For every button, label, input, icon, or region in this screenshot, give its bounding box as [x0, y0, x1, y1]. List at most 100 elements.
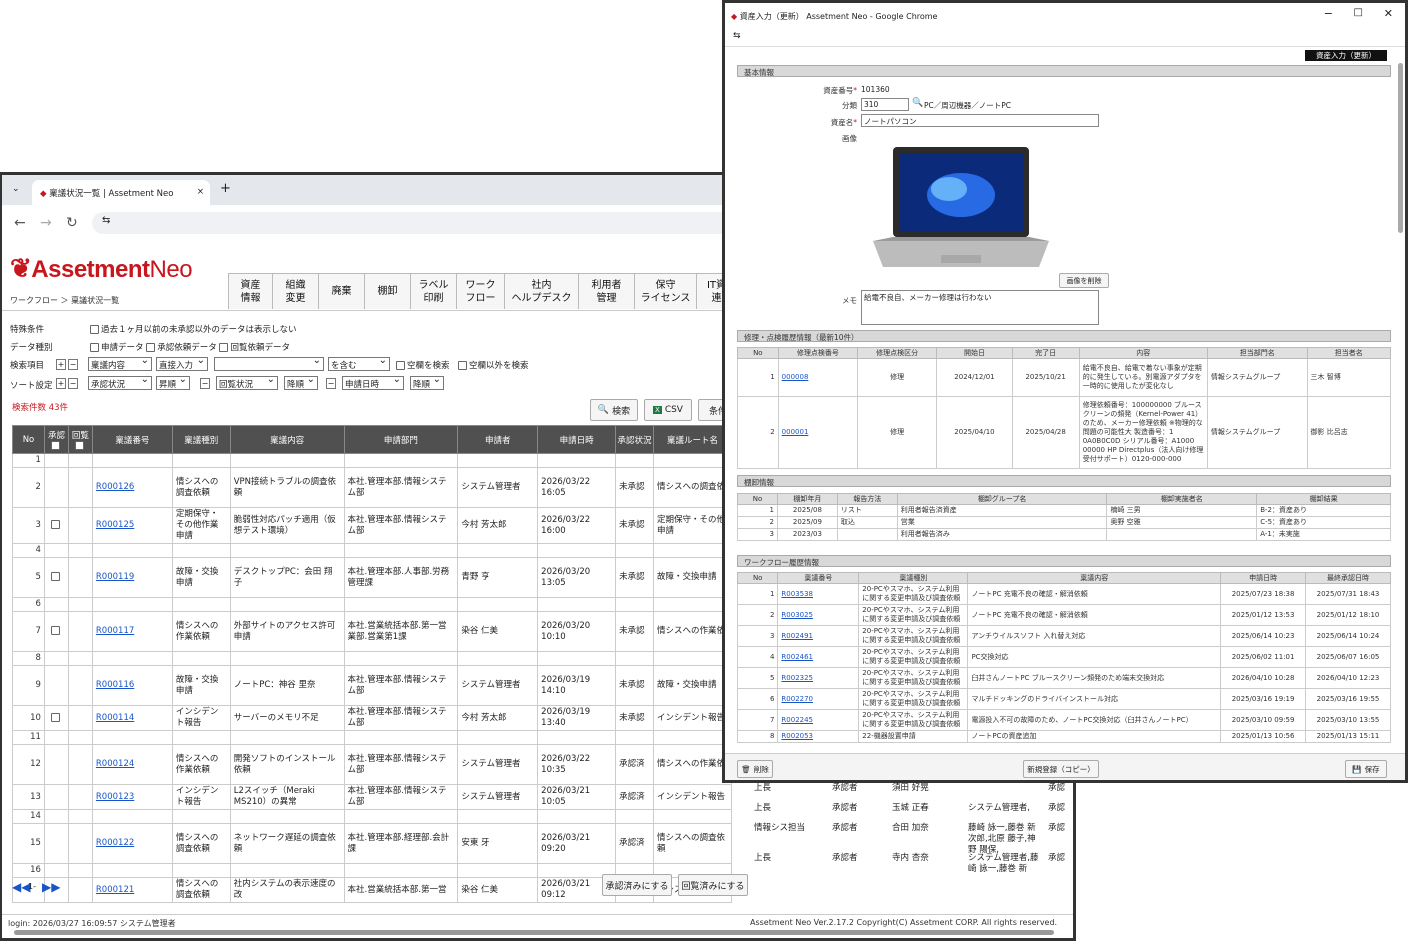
menu-maintenance-license[interactable]: 保守 ライセンス — [634, 273, 696, 309]
row-id-link[interactable]: R000126 — [96, 482, 134, 492]
sort2-field[interactable]: 回覧状況 — [216, 376, 278, 390]
category-code-input[interactable]: 310 — [861, 98, 909, 111]
close-window-icon[interactable]: ✕ — [1384, 7, 1393, 20]
pager-next-icon[interactable]: ▶▶ — [42, 880, 60, 894]
approve-done-button[interactable]: 承認済みにする — [602, 874, 672, 896]
menu-org-change[interactable]: 組織 変更 — [272, 273, 318, 309]
remove-sort-button[interactable]: − — [68, 378, 78, 389]
record-link[interactable]: R003025 — [781, 611, 813, 619]
memo-textarea[interactable]: 給電不良自、メーカー修理は行わない — [861, 290, 1099, 325]
site-settings-icon[interactable]: ⇆ — [733, 31, 741, 41]
row-id-link[interactable]: R000123 — [96, 792, 134, 802]
reload-icon[interactable]: ↻ — [66, 215, 78, 231]
menu-inventory[interactable]: 棚卸 — [364, 273, 410, 309]
add-item-button[interactable]: + — [56, 359, 66, 370]
cell-a: 2025/01/12 13:53 — [1220, 604, 1307, 626]
menu-user-admin[interactable]: 利用者 管理 — [578, 273, 634, 309]
row-id-link[interactable]: R000124 — [96, 759, 134, 769]
row-id-link[interactable]: R000116 — [96, 680, 134, 690]
special-checkbox[interactable] — [90, 325, 99, 334]
record-link[interactable]: 000001 — [782, 428, 809, 436]
circulate-data-checkbox[interactable] — [219, 343, 229, 352]
menu-label-print[interactable]: ラベル 印刷 — [410, 273, 456, 309]
minimize-icon[interactable]: − — [1324, 7, 1333, 20]
row-id-link[interactable]: R000125 — [96, 520, 134, 530]
col-route[interactable]: 稟議ルート名 — [653, 425, 732, 454]
row-dept: 本社.管理本部.経理部.会計課 — [343, 823, 459, 864]
col-type[interactable]: 稟議種別 — [171, 425, 231, 454]
table-row: 13 R000123 インシデント報告 L2スイッチ（Meraki MS210）の異常… — [12, 784, 732, 810]
row-approve-checkbox[interactable] — [50, 520, 60, 529]
sort3-order[interactable]: 降順 — [410, 376, 444, 390]
category-search-icon[interactable]: 🔍 — [912, 98, 923, 108]
blank-option[interactable]: 空欄を検索 — [396, 359, 450, 371]
menu-disposal[interactable]: 廃棄 — [318, 273, 364, 309]
site-info-icon[interactable]: ⇆ — [102, 215, 110, 226]
approve-data-checkbox[interactable] — [146, 343, 156, 352]
breadcrumb-root[interactable]: ワークフロー — [10, 296, 58, 305]
row-approve-cell — [43, 784, 69, 810]
sort3-field[interactable]: 申請日時 — [342, 376, 404, 390]
search-mode-select[interactable]: 直接入力 — [156, 357, 208, 371]
delete-button[interactable]: 🗑 削除 — [737, 760, 773, 778]
remove-sort3-button[interactable]: − — [326, 378, 336, 389]
col-content[interactable]: 稟議内容 — [229, 425, 345, 454]
row-id-link[interactable]: R000119 — [96, 572, 134, 582]
sort1-field[interactable]: 承認状況 — [88, 376, 152, 390]
back-icon[interactable]: ← — [14, 215, 26, 231]
search-value-input[interactable] — [214, 357, 324, 371]
approve-all-checkbox[interactable] — [50, 440, 60, 450]
record-link[interactable]: R002325 — [781, 674, 813, 682]
apply-data-checkbox[interactable] — [90, 343, 99, 352]
remove-item-button[interactable]: − — [68, 359, 78, 370]
nonblank-option[interactable]: 空欄以外を検索 — [458, 359, 529, 371]
csv-button[interactable]: X CSV — [644, 399, 692, 421]
menu-helpdesk[interactable]: 社内 ヘルプデスク — [504, 273, 578, 309]
new-tab-icon[interactable]: + — [220, 181, 231, 196]
special-condition-option[interactable]: 過去１ヶ月以前の未承認以外のデータは表示しない — [90, 323, 297, 335]
copy-register-button[interactable]: 新規登録（コピー） — [1023, 760, 1099, 778]
maximize-icon[interactable]: □ — [1354, 7, 1363, 18]
asset-name-input[interactable]: ノートパソコン — [861, 114, 1099, 127]
menu-asset-info[interactable]: 資産 情報 — [228, 273, 272, 309]
record-link[interactable]: R002270 — [781, 695, 813, 703]
row-approve-checkbox[interactable] — [50, 572, 60, 581]
row-user: 青野 亨 — [457, 557, 539, 598]
col-date[interactable]: 申請日時 — [537, 425, 617, 454]
forward-icon[interactable]: → — [40, 215, 52, 231]
col-status[interactable]: 承認状況 — [615, 425, 655, 454]
circulate-all-checkbox[interactable] — [74, 440, 84, 450]
col-dept[interactable]: 申請部門 — [343, 425, 459, 454]
row-id-link[interactable]: R000114 — [96, 713, 134, 723]
record-link[interactable]: R002491 — [781, 632, 813, 640]
record-link[interactable]: R003538 — [781, 590, 813, 598]
delete-image-button[interactable]: 画像を削除 — [1059, 273, 1109, 288]
menu-workflow[interactable]: ワーク フロー — [456, 273, 504, 309]
row-approve-checkbox[interactable] — [50, 712, 60, 722]
window-title: 資産入力（更新） Assetment Neo - Google Chrome — [739, 12, 938, 21]
search-match-select[interactable]: を含む — [328, 357, 390, 371]
sort2-order[interactable]: 降順 — [284, 376, 318, 390]
horizontal-scrollbar[interactable] — [14, 930, 1054, 935]
row-id-link[interactable]: R000122 — [96, 838, 134, 848]
record-link[interactable]: R002461 — [781, 653, 813, 661]
record-link[interactable]: R002053 — [781, 732, 813, 740]
col-user[interactable]: 申請者 — [457, 425, 539, 454]
close-tab-icon[interactable]: × — [197, 187, 204, 197]
record-link[interactable]: 000008 — [782, 373, 809, 381]
add-sort-button[interactable]: + — [56, 378, 66, 389]
save-button[interactable]: 💾 保存 — [1345, 760, 1387, 778]
search-button[interactable]: 🔍 検索 — [590, 399, 638, 421]
vertical-scrollbar[interactable] — [1398, 63, 1403, 233]
row-id-cell: R000116 — [91, 665, 173, 706]
record-link[interactable]: R002245 — [781, 716, 813, 724]
circulate-done-button[interactable]: 回覧済みにする — [678, 874, 748, 896]
browser-tab[interactable]: ◆ 稟議状況一覧 | Assetment Neo × — [32, 180, 210, 205]
col-id[interactable]: 稟議番号 — [91, 425, 173, 454]
tab-menu-icon[interactable]: ⌄ — [12, 184, 20, 194]
row-id-link[interactable]: R000117 — [96, 626, 134, 636]
remove-sort2-button[interactable]: − — [200, 378, 210, 389]
search-field-select[interactable]: 稟議内容 — [88, 357, 152, 371]
sort1-order[interactable]: 昇順 — [156, 376, 190, 390]
row-approve-checkbox[interactable] — [50, 626, 60, 635]
